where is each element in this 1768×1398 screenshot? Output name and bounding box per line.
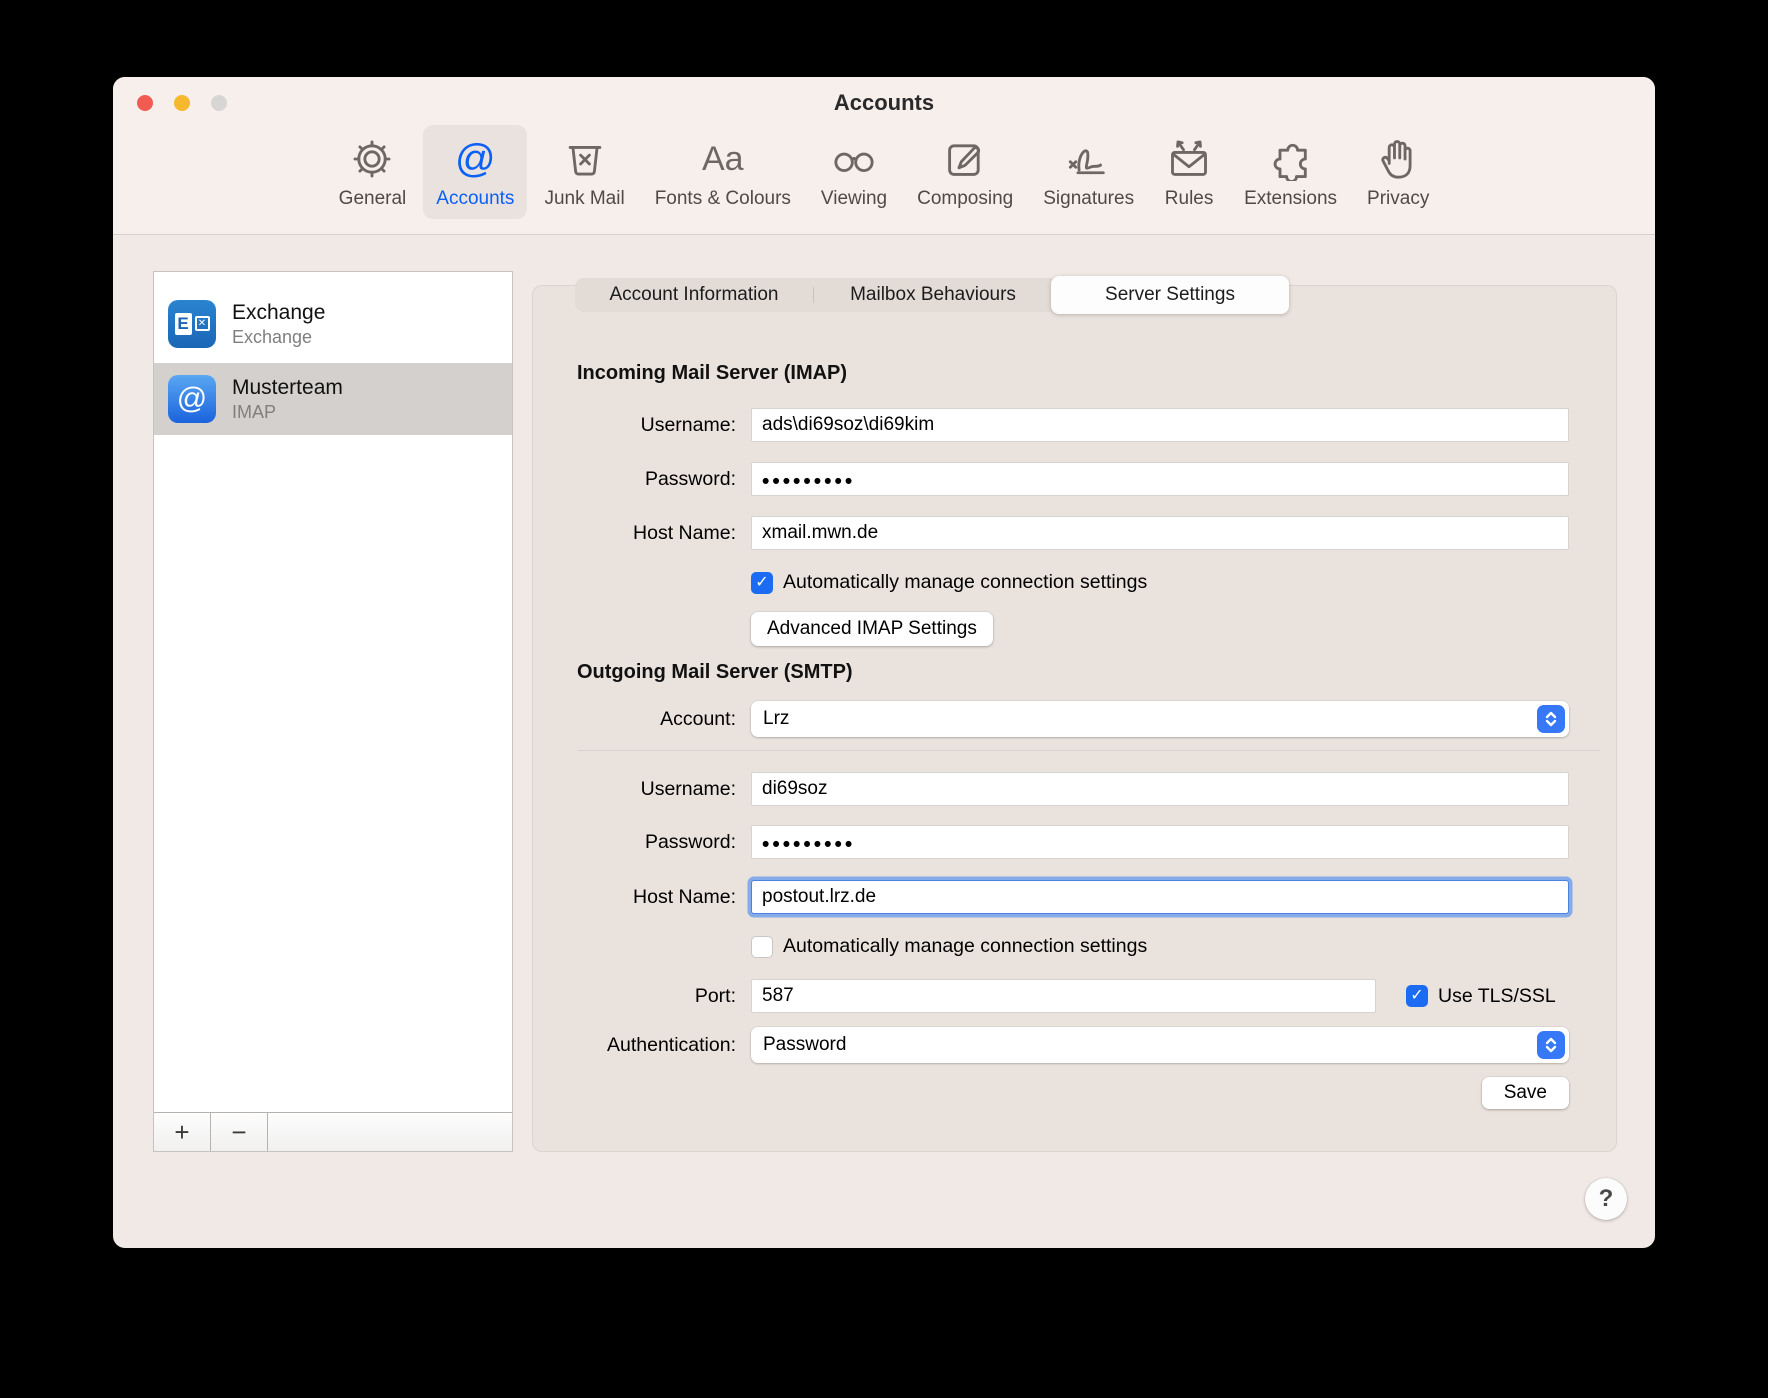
toolbar-item-label: Junk Mail (544, 189, 624, 209)
fonts-icon: Aa (702, 133, 744, 185)
junk-basket-icon (562, 133, 608, 185)
section-divider (577, 750, 1600, 751)
toolbar-item-label: Privacy (1367, 189, 1429, 209)
toolbar-item-label: Fonts & Colours (655, 189, 791, 209)
minus-icon: − (231, 1119, 246, 1145)
outgoing-auto-manage-checkbox[interactable]: ✓ (751, 936, 773, 958)
incoming-username-label: Username: (533, 414, 736, 437)
toolbar-item-privacy[interactable]: Privacy (1354, 125, 1442, 219)
port-input[interactable] (751, 979, 1376, 1013)
account-name: Exchange (232, 300, 325, 326)
outgoing-host-input[interactable] (751, 880, 1569, 914)
compose-icon (942, 133, 988, 185)
toolbar-item-extensions[interactable]: Extensions (1231, 125, 1350, 219)
toolbar-item-accounts[interactable]: @ Accounts (423, 125, 527, 219)
puzzle-icon (1266, 133, 1316, 185)
sidebar-bottom-filler (268, 1113, 512, 1151)
incoming-heading: Incoming Mail Server (IMAP) (577, 362, 847, 385)
envelope-arrows-icon (1164, 133, 1214, 185)
at-account-icon: @ (168, 375, 216, 423)
account-type: Exchange (232, 326, 325, 348)
outgoing-password-label: Password: (533, 831, 736, 854)
accounts-sidebar: E ✕ Exchange Exchange @ Musterteam IMAP … (153, 271, 513, 1152)
outgoing-host-label: Host Name: (533, 886, 736, 909)
outgoing-username-input[interactable] (751, 772, 1569, 806)
tls-checkbox[interactable]: ✓ (1406, 985, 1428, 1007)
help-button[interactable]: ? (1585, 1178, 1627, 1220)
sidebar-bottom-bar: + − (154, 1112, 512, 1151)
tab-mailbox-behaviours[interactable]: Mailbox Behaviours (814, 278, 1052, 312)
port-label: Port: (533, 985, 736, 1008)
accounts-preferences-window: Accounts General @ Accounts (113, 77, 1655, 1248)
account-name: Musterteam (232, 375, 343, 401)
incoming-host-input[interactable] (751, 516, 1569, 550)
hand-icon (1377, 133, 1419, 185)
outgoing-username-label: Username: (533, 778, 736, 801)
gear-icon (349, 133, 395, 185)
incoming-password-label: Password: (533, 468, 736, 491)
question-mark-icon: ? (1599, 1185, 1614, 1213)
account-type: IMAP (232, 401, 343, 423)
incoming-auto-manage-label: Automatically manage connection settings (783, 571, 1147, 594)
incoming-password-input[interactable] (751, 462, 1569, 496)
window-title: Accounts (113, 90, 1655, 116)
outgoing-auto-manage-row: ✓ Automatically manage connection settin… (751, 935, 1147, 958)
toolbar-item-label: Rules (1165, 189, 1214, 209)
toolbar-items: General @ Accounts Junk Mail Aa Fonts & … (113, 125, 1655, 219)
advanced-imap-settings-button[interactable]: Advanced IMAP Settings (751, 612, 993, 646)
toolbar-item-signatures[interactable]: Signatures (1030, 125, 1147, 219)
incoming-host-label: Host Name: (533, 522, 736, 545)
toolbar-item-label: Accounts (436, 189, 514, 209)
outgoing-password-input[interactable] (751, 825, 1569, 859)
toolbar-item-label: Viewing (821, 189, 887, 209)
toolbar-item-label: Composing (917, 189, 1013, 209)
server-settings-panel: Incoming Mail Server (IMAP) Username: Pa… (532, 285, 1617, 1152)
toolbar-item-label: General (339, 189, 407, 209)
toolbar-item-label: Signatures (1043, 189, 1134, 209)
outgoing-auto-manage-label: Automatically manage connection settings (783, 935, 1147, 958)
toolbar-item-label: Extensions (1244, 189, 1337, 209)
toolbar-item-fonts-colours[interactable]: Aa Fonts & Colours (642, 125, 804, 219)
account-tabs: Account Information Mailbox Behaviours S… (575, 278, 1288, 312)
incoming-username-input[interactable] (751, 408, 1569, 442)
glasses-icon (829, 133, 879, 185)
popup-stepper-icon (1537, 1031, 1565, 1059)
toolbar-item-general[interactable]: General (326, 125, 420, 219)
tls-row: ✓ Use TLS/SSL (1406, 985, 1556, 1008)
tab-account-information[interactable]: Account Information (575, 278, 813, 312)
incoming-auto-manage-row: ✓ Automatically manage connection settin… (751, 571, 1147, 594)
add-account-button[interactable]: + (154, 1113, 211, 1151)
toolbar-item-rules[interactable]: Rules (1151, 125, 1227, 219)
account-row-exchange[interactable]: E ✕ Exchange Exchange (154, 284, 512, 363)
tls-label: Use TLS/SSL (1438, 985, 1556, 1008)
smtp-account-select[interactable]: Lrz (751, 701, 1569, 737)
exchange-icon: E ✕ (168, 300, 216, 348)
at-icon: @ (455, 133, 496, 185)
toolbar: Accounts General @ Accounts (113, 77, 1655, 235)
outgoing-heading: Outgoing Mail Server (SMTP) (577, 661, 853, 684)
signature-icon (1063, 133, 1115, 185)
outgoing-account-label: Account: (533, 708, 736, 731)
account-row-musterteam[interactable]: @ Musterteam IMAP (154, 363, 512, 435)
toolbar-item-junk-mail[interactable]: Junk Mail (531, 125, 637, 219)
toolbar-item-viewing[interactable]: Viewing (808, 125, 900, 219)
popup-stepper-icon (1537, 705, 1565, 733)
checkmark-icon: ✓ (755, 575, 768, 591)
checkmark-icon: ✓ (1410, 988, 1423, 1004)
plus-icon: + (174, 1119, 189, 1145)
save-button[interactable]: Save (1482, 1077, 1569, 1109)
authentication-select[interactable]: Password (751, 1027, 1569, 1063)
tab-server-settings[interactable]: Server Settings (1051, 276, 1289, 314)
toolbar-item-composing[interactable]: Composing (904, 125, 1026, 219)
incoming-auto-manage-checkbox[interactable]: ✓ (751, 572, 773, 594)
accounts-list: E ✕ Exchange Exchange @ Musterteam IMAP (154, 272, 512, 1112)
remove-account-button[interactable]: − (211, 1113, 268, 1151)
authentication-label: Authentication: (533, 1034, 736, 1057)
